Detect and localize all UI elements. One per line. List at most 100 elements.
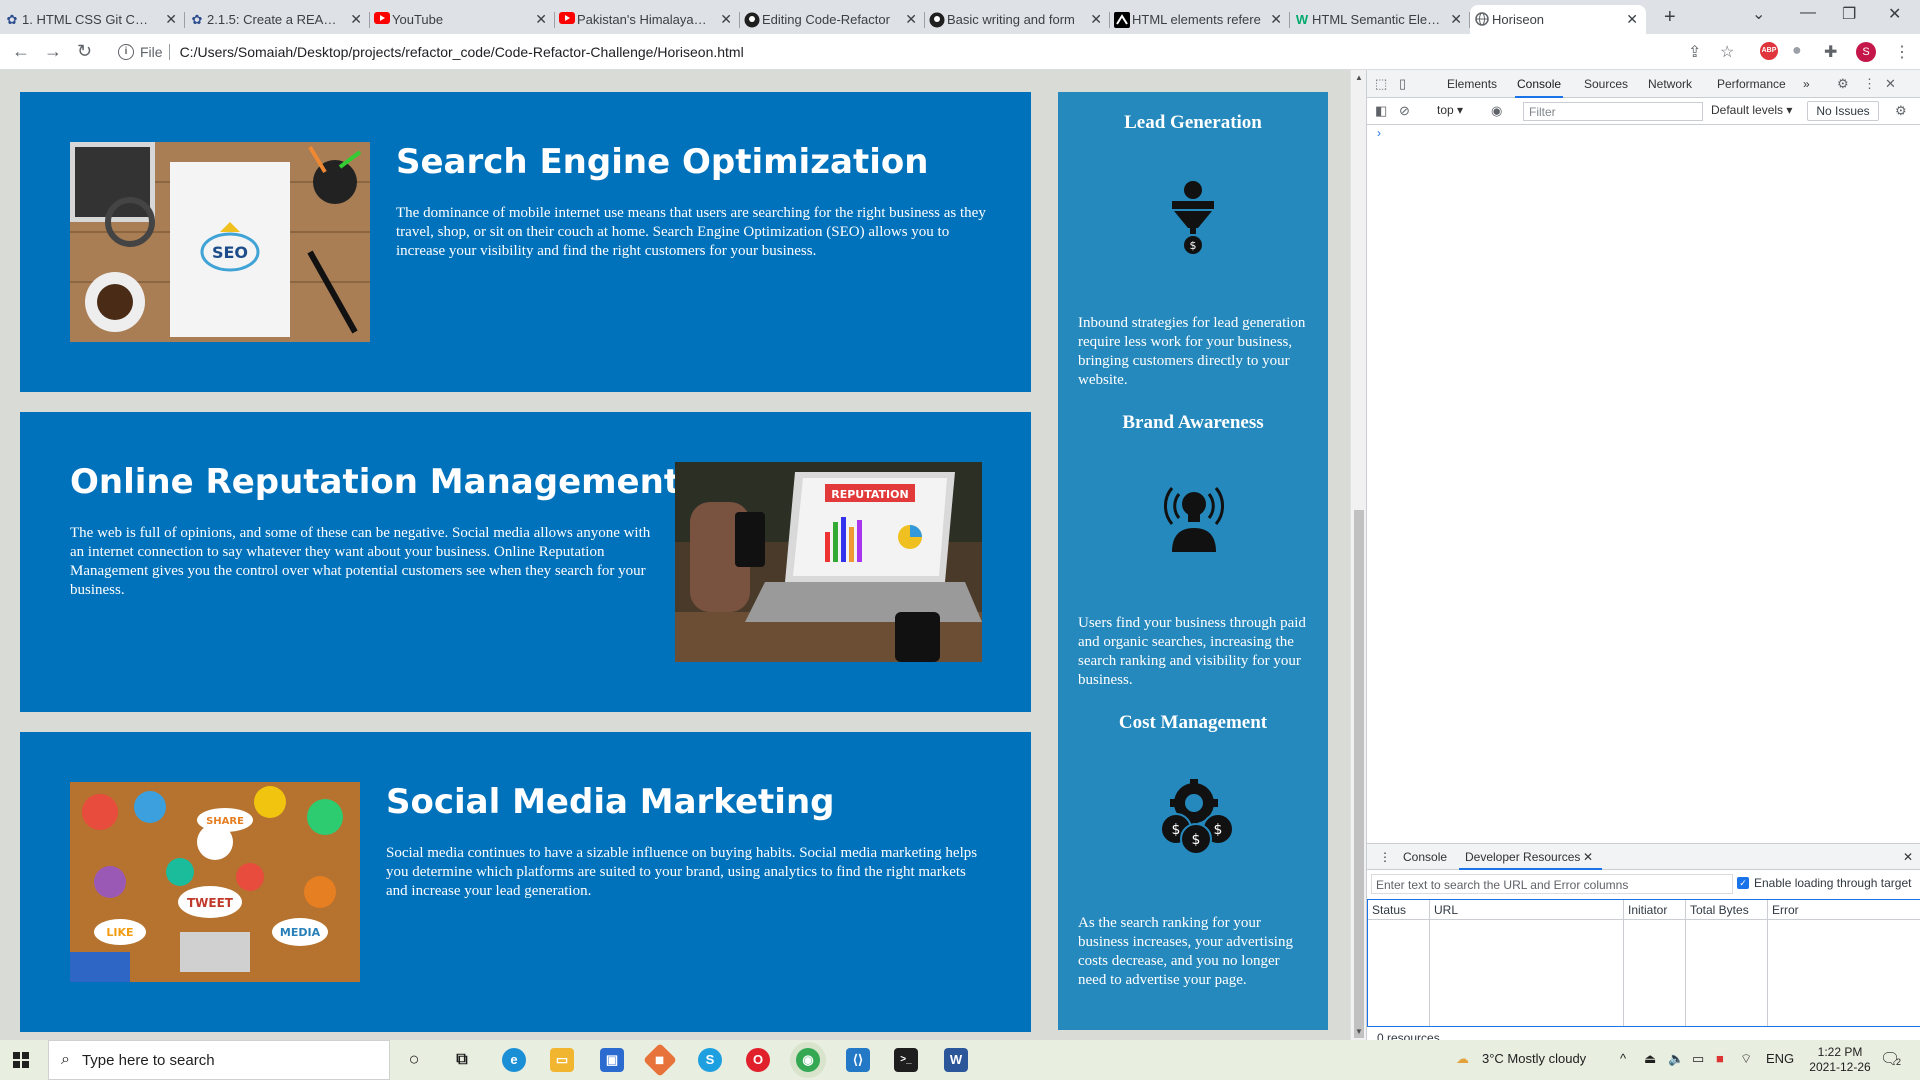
browser-toolbar: ← → ↻ i File C:/Users/Somaiah/Desktop/pr…	[0, 34, 1920, 70]
terminal-icon[interactable]: >_	[894, 1048, 918, 1072]
new-tab-button[interactable]: +	[1664, 6, 1676, 29]
page-scrollbar[interactable]: ▲ ▼	[1350, 70, 1366, 1040]
devtools-menu-icon[interactable]: ⋮	[1863, 76, 1876, 92]
bookmark-star-icon[interactable]: ☆	[1720, 42, 1734, 62]
usb-icon[interactable]: ⏏	[1644, 1051, 1656, 1067]
column-header-error[interactable]: Error	[1768, 900, 1920, 920]
devtools-close-icon[interactable]: ✕	[1885, 76, 1896, 92]
extension-icon[interactable]: ●	[1792, 42, 1802, 60]
close-tab-icon[interactable]: ✕	[1270, 11, 1282, 28]
edge-icon[interactable]: e	[502, 1048, 526, 1072]
devtools-tab-console[interactable]: Console	[1514, 77, 1564, 98]
taskbar-search-box[interactable]: ⌕ Type here to search	[48, 1040, 390, 1080]
tab-6[interactable]: Basic writing and form ✕	[925, 5, 1110, 34]
tab-1[interactable]: ✿ 1. HTML CSS Git Challenge ✕	[0, 5, 185, 34]
drawer-tab-console[interactable]: Console	[1403, 850, 1447, 864]
close-tab-icon[interactable]: ✕	[1450, 11, 1462, 28]
window-close-icon[interactable]: ✕	[1888, 4, 1901, 24]
lightbulb-person-icon	[1164, 487, 1224, 552]
weather-text[interactable]: 3°C Mostly cloudy	[1482, 1051, 1586, 1066]
browser-menu-icon[interactable]: ⋮	[1894, 42, 1910, 62]
tab-4[interactable]: Pakistan's Himalayas & ✕	[555, 5, 740, 34]
devtools-tab-sources[interactable]: Sources	[1584, 77, 1628, 91]
system-clock[interactable]: 1:22 PM 2021-12-26	[1800, 1045, 1880, 1075]
reload-icon[interactable]: ↻	[77, 41, 92, 62]
device-toolbar-icon[interactable]: ▯	[1399, 76, 1406, 92]
drawer-menu-icon[interactable]: ⋮	[1379, 850, 1391, 864]
tab-search-icon[interactable]: ⌄	[1752, 4, 1765, 24]
tab-horiseon[interactable]: Horiseon ✕	[1470, 5, 1646, 34]
sidebar-toggle-icon[interactable]: ◧	[1375, 103, 1387, 119]
tab-title: Horiseon	[1492, 12, 1545, 27]
column-header-initiator[interactable]: Initiator	[1624, 900, 1686, 920]
close-tab-icon[interactable]: ✕	[720, 11, 732, 28]
more-tabs-icon[interactable]: »	[1803, 77, 1810, 91]
skype-icon[interactable]: S	[698, 1048, 722, 1072]
close-tab-icon[interactable]: ✕	[165, 11, 177, 28]
git-icon[interactable]: ◆	[643, 1043, 677, 1077]
close-tab-icon[interactable]: ✕	[1090, 11, 1102, 28]
live-expression-eye-icon[interactable]: ◉	[1491, 103, 1502, 119]
developer-resources-search-input[interactable]: Enter text to search the URL and Error c…	[1371, 874, 1733, 894]
drawer-tab-developer-resources[interactable]: Developer Resources	[1458, 850, 1603, 870]
tab-7[interactable]: HTML elements refere ✕	[1110, 5, 1290, 34]
close-tab-icon[interactable]: ✕	[905, 11, 917, 28]
weather-icon[interactable]: ☁	[1456, 1051, 1469, 1067]
opera-icon[interactable]: O	[746, 1048, 770, 1072]
close-tab-icon[interactable]: ✕	[350, 11, 362, 28]
tab-8[interactable]: W HTML Semantic Eleme ✕	[1290, 5, 1470, 34]
profile-avatar[interactable]: S	[1856, 42, 1876, 62]
tab-2[interactable]: ✿ 2.1.5: Create a README ✕	[185, 5, 370, 34]
devtools-tab-network[interactable]: Network	[1648, 77, 1692, 91]
windows-start-icon[interactable]	[13, 1052, 29, 1068]
checkbox-checked-icon[interactable]: ✓	[1737, 877, 1749, 889]
column-header-total-bytes[interactable]: Total Bytes	[1686, 900, 1768, 920]
tab-3[interactable]: YouTube ✕	[370, 5, 555, 34]
word-icon[interactable]: W	[944, 1048, 968, 1072]
cortana-icon[interactable]: ○	[402, 1048, 426, 1072]
settings-gear-icon[interactable]: ⚙	[1837, 76, 1849, 92]
volume-icon[interactable]: 🔈	[1668, 1051, 1684, 1067]
share-icon[interactable]: ⇪	[1688, 42, 1701, 62]
back-icon[interactable]: ←	[12, 41, 30, 62]
devtools-tab-elements[interactable]: Elements	[1447, 77, 1497, 91]
console-settings-icon[interactable]: ⚙	[1895, 103, 1907, 119]
column-header-status[interactable]: Status	[1368, 900, 1430, 920]
store-icon[interactable]: ▣	[600, 1048, 624, 1072]
forward-icon[interactable]: →	[44, 41, 62, 62]
console-prompt[interactable]: ›	[1377, 126, 1381, 140]
log-levels-select[interactable]: Default levels ▾	[1711, 103, 1792, 117]
drawer-tab-close-icon[interactable]: ✕	[1583, 850, 1593, 864]
address-bar[interactable]: i File C:/Users/Somaiah/Desktop/projects…	[110, 38, 1730, 66]
info-icon[interactable]: i	[118, 44, 134, 60]
battery-icon[interactable]: ▭	[1692, 1051, 1704, 1067]
language-indicator[interactable]: ENG	[1766, 1051, 1794, 1066]
close-tab-icon[interactable]: ✕	[1626, 11, 1638, 28]
console-filter-input[interactable]: Filter	[1523, 102, 1703, 121]
wifi-icon[interactable]: ⌔	[1740, 1051, 1752, 1067]
scroll-up-icon[interactable]: ▲	[1355, 73, 1363, 82]
devtools-tab-performance[interactable]: Performance	[1717, 77, 1786, 91]
show-hidden-icons[interactable]: ^	[1620, 1051, 1626, 1066]
scrollbar-thumb[interactable]	[1354, 510, 1364, 1038]
context-select[interactable]: top ▾	[1437, 103, 1463, 117]
vscode-icon[interactable]: ⟨⟩	[846, 1048, 870, 1072]
task-view-icon[interactable]: ⧉	[450, 1048, 474, 1072]
issues-button[interactable]: No Issues	[1807, 101, 1879, 121]
clear-console-icon[interactable]: ⊘	[1399, 103, 1410, 119]
enable-loading-checkbox[interactable]: ✓ Enable loading through target	[1737, 876, 1911, 890]
drawer-close-icon[interactable]: ✕	[1903, 850, 1913, 864]
file-explorer-icon[interactable]: ▭	[550, 1048, 574, 1072]
chrome-icon[interactable]: ◉	[796, 1048, 820, 1072]
scroll-down-icon[interactable]: ▼	[1355, 1027, 1363, 1036]
adblock-icon[interactable]: ABP	[1760, 42, 1778, 60]
tab-5[interactable]: Editing Code-Refactor ✕	[740, 5, 925, 34]
url-text[interactable]: C:/Users/Somaiah/Desktop/projects/refact…	[180, 44, 744, 60]
extensions-puzzle-icon[interactable]: ✚	[1824, 42, 1837, 62]
restore-icon[interactable]: ❐	[1842, 4, 1856, 24]
minimize-icon[interactable]: —	[1800, 4, 1816, 22]
inspect-element-icon[interactable]: ⬚	[1375, 76, 1387, 92]
column-header-url[interactable]: URL	[1430, 900, 1624, 920]
close-tab-icon[interactable]: ✕	[535, 11, 547, 28]
antivirus-icon[interactable]: ■	[1716, 1051, 1724, 1066]
